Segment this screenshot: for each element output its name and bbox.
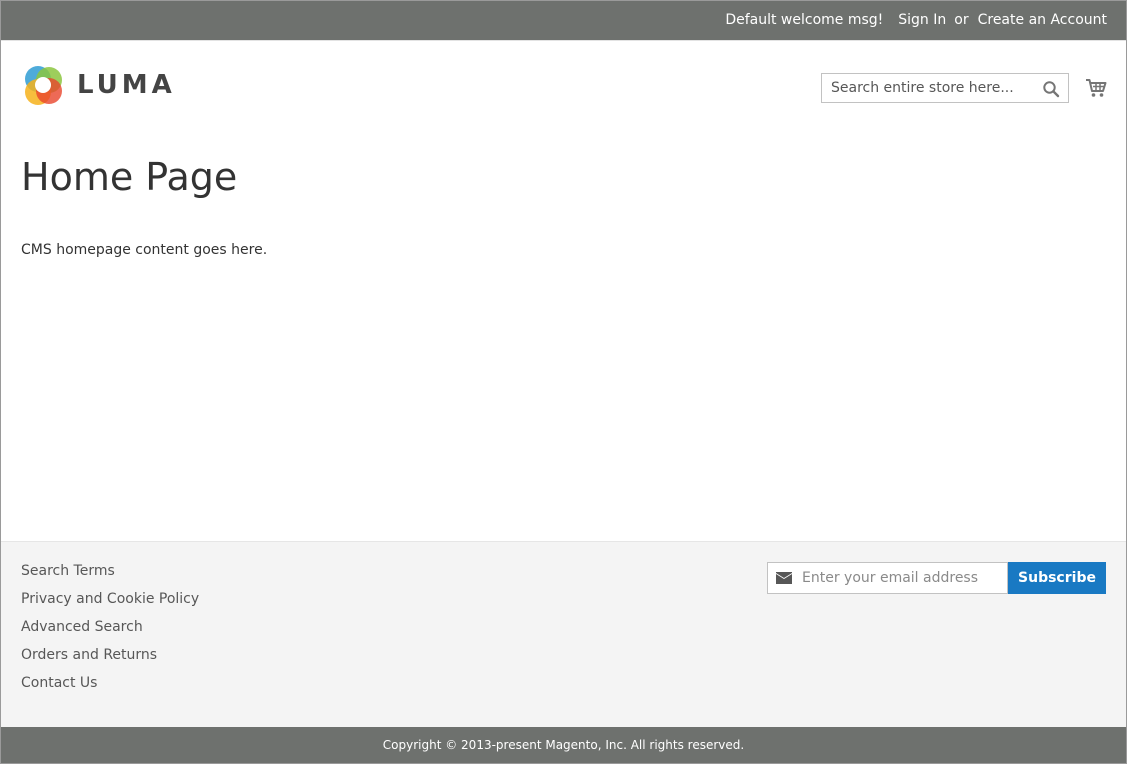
footer-links: Search Terms Privacy and Cookie Policy A… <box>21 562 199 702</box>
page-title: Home Page <box>21 155 238 199</box>
page-frame: Default welcome msg! Sign In or Create a… <box>0 0 1127 764</box>
sign-in-link[interactable]: Sign In <box>898 12 946 28</box>
cms-content: CMS homepage content goes here. <box>21 242 268 258</box>
envelope-icon <box>776 572 792 584</box>
search-icon[interactable] <box>1042 80 1060 98</box>
search-form <box>821 73 1069 103</box>
store-logo[interactable]: LUMA <box>21 63 176 107</box>
header-links: Default welcome msg! Sign In or Create a… <box>725 12 1107 28</box>
shopping-cart-icon[interactable] <box>1085 77 1107 99</box>
subscribe-button[interactable]: Subscribe <box>1008 562 1106 594</box>
footer-link-search-terms[interactable]: Search Terms <box>21 562 199 590</box>
footer-link-contact-us[interactable]: Contact Us <box>21 674 199 702</box>
logo-wordmark: LUMA <box>77 70 176 100</box>
copyright-bar: Copyright © 2013-present Magento, Inc. A… <box>1 727 1126 763</box>
newsletter-form: Subscribe <box>767 562 1107 594</box>
page-footer: Search Terms Privacy and Cookie Policy A… <box>1 541 1126 728</box>
or-separator: or <box>954 12 969 28</box>
newsletter-email-input[interactable] <box>802 563 1002 593</box>
page-header: LUMA <box>1 41 1126 131</box>
footer-link-advanced-search[interactable]: Advanced Search <box>21 618 199 646</box>
footer-link-privacy-policy[interactable]: Privacy and Cookie Policy <box>21 590 199 618</box>
search-input[interactable] <box>822 74 1041 102</box>
create-account-link[interactable]: Create an Account <box>978 12 1107 28</box>
luma-logo-icon <box>25 66 62 105</box>
welcome-message: Default welcome msg! <box>725 12 884 28</box>
top-panel: Default welcome msg! Sign In or Create a… <box>1 1 1126 41</box>
newsletter-email-box <box>767 562 1008 594</box>
copyright-text: Copyright © 2013-present Magento, Inc. A… <box>382 738 745 752</box>
footer-link-orders-returns[interactable]: Orders and Returns <box>21 646 199 674</box>
